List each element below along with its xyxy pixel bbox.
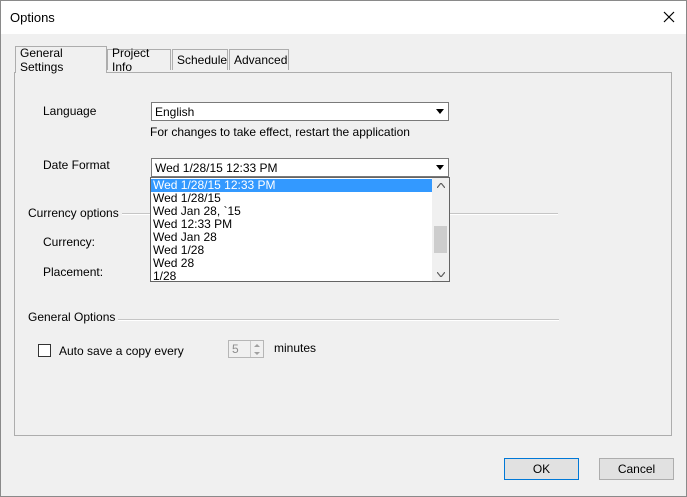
tab-general-settings[interactable]: General Settings [15,46,107,74]
stepper-down-button[interactable] [251,349,263,357]
scroll-down-button[interactable] [432,267,449,281]
language-label: Language [43,104,97,118]
stepper-up-button[interactable] [251,341,263,349]
tab-schedule[interactable]: Schedule [172,49,228,70]
chevron-down-icon [435,109,444,114]
currency-group-title: Currency options [28,206,122,220]
close-button[interactable] [654,2,684,32]
dialog-title: Options [10,10,55,25]
cancel-button[interactable]: Cancel [599,458,674,480]
placement-label: Placement: [43,265,104,279]
date-format-select[interactable]: Wed 1/28/15 12:33 PM [151,158,449,177]
restart-hint: For changes to take effect, restart the … [150,125,410,139]
ok-button[interactable]: OK [504,458,579,480]
chevron-down-icon [254,351,260,355]
date-format-dropdown-button[interactable] [432,160,447,175]
currency-label: Currency: [43,235,96,249]
chevron-up-icon [436,182,445,188]
date-format-option[interactable]: 1/28 [151,270,433,283]
autosave-label: Auto save a copy every [59,344,184,358]
close-icon [663,11,675,23]
autosave-minutes-stepper[interactable]: 5 [228,340,264,358]
scroll-thumb[interactable] [434,226,447,253]
tab-label: Project Info [112,46,150,74]
autosave-checkbox[interactable] [38,344,51,357]
language-select[interactable]: English [151,102,449,121]
date-format-label: Date Format [43,158,110,172]
tab-advanced[interactable]: Advanced [229,49,289,70]
chevron-down-icon [435,165,444,170]
dropdown-scrollbar[interactable] [432,178,449,281]
date-format-value: Wed 1/28/15 12:33 PM [155,161,278,175]
autosave-minutes-value: 5 [232,342,239,356]
tab-label: Advanced [234,53,288,67]
date-format-dropdown-list[interactable]: Wed 1/28/15 12:33 PM Wed 1/28/15 Wed Jan… [150,177,450,283]
chevron-up-icon [254,343,260,347]
minutes-label: minutes [274,341,317,355]
ok-button-label: OK [532,462,551,476]
language-dropdown-button[interactable] [432,104,447,119]
general-group-title: General Options [28,310,119,324]
cancel-button-label: Cancel [617,462,656,476]
date-format-option[interactable]: Wed 28 [151,257,433,270]
tab-label: General Settings [20,46,64,74]
tab-project-info[interactable]: Project Info [107,46,171,74]
general-group-divider [113,319,559,321]
scroll-up-button[interactable] [432,178,449,192]
tab-label: Schedule [177,53,228,67]
title-bar: Options [1,1,686,34]
stepper-arrows[interactable] [250,341,263,357]
chevron-down-icon [436,271,445,277]
language-value: English [155,105,195,119]
